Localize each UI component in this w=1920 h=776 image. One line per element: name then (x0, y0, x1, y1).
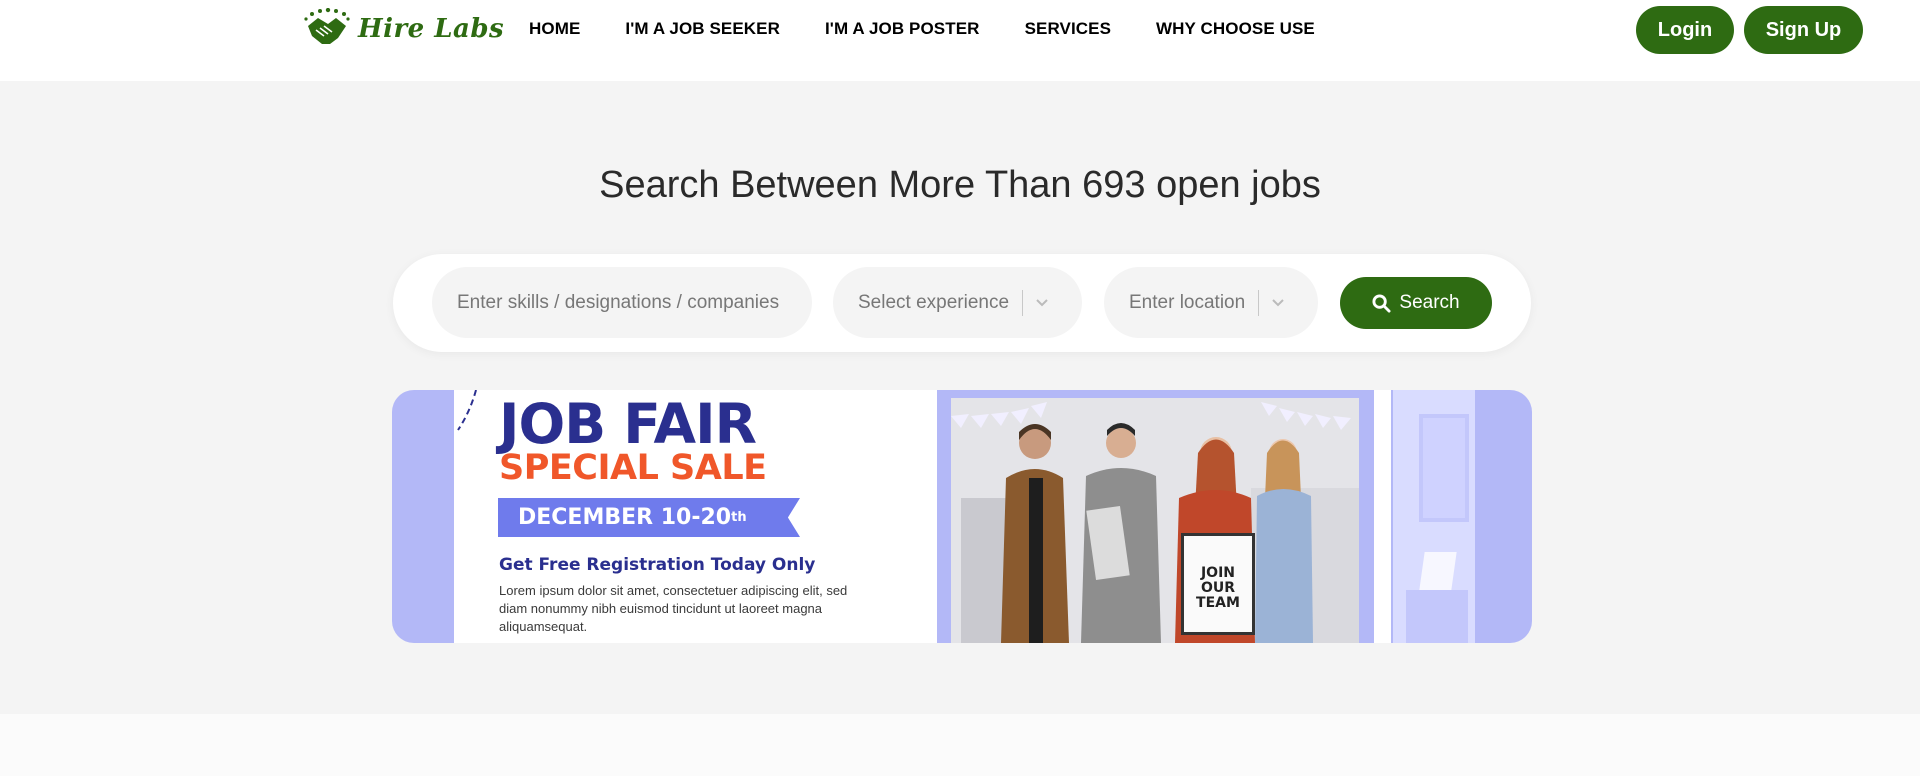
location-placeholder: Enter location (1129, 291, 1246, 313)
experience-placeholder: Select experience (858, 291, 1010, 313)
banner-title: JOB FAIR (499, 392, 757, 456)
nav-job-poster[interactable]: I'M A JOB POSTER (825, 19, 980, 39)
banner-subtitle: SPECIAL SALE (499, 448, 767, 488)
nav-why-choose[interactable]: WHY CHOOSE USE (1156, 19, 1315, 39)
banner-date-ribbon: DECEMBER 10-20 th (498, 498, 800, 537)
nav-job-seeker[interactable]: I'M A JOB SEEKER (625, 19, 780, 39)
chevron-down-icon (1272, 298, 1284, 306)
select-divider (1022, 289, 1024, 316)
room-frame-decoration (1419, 414, 1469, 522)
room-paper-decoration (1419, 552, 1457, 590)
signup-button[interactable]: Sign Up (1744, 6, 1863, 54)
room-desk-decoration (1406, 590, 1468, 643)
search-button[interactable]: Search (1340, 277, 1492, 329)
experience-select[interactable]: Select experience (833, 267, 1082, 338)
banner-date-suffix: th (731, 510, 747, 525)
banner-date: DECEMBER 10-20 (518, 505, 732, 530)
job-fair-banner[interactable]: JOB FAIR SPECIAL SALE DECEMBER 10-20 th G… (392, 390, 1532, 643)
hero-section: Search Between More Than 693 open jobs E… (0, 81, 1920, 714)
search-button-label: Search (1399, 292, 1460, 313)
handshake-icon (304, 8, 350, 44)
skills-input[interactable]: Enter skills / designations / companies (432, 267, 812, 338)
hero-title: Search Between More Than 693 open jobs (599, 164, 1321, 206)
banner-body-text: Lorem ipsum dolor sit amet, consectetuer… (499, 583, 848, 634)
login-button[interactable]: Login (1636, 6, 1734, 54)
brand-logo[interactable]: Hire Labs (302, 8, 504, 50)
banner-registration-text: Get Free Registration Today Only (499, 555, 816, 575)
site-header: Hire Labs HOME I'M A JOB SEEKER I'M A JO… (0, 0, 1920, 81)
banner-divider-strip (1374, 390, 1391, 643)
sign-line: OUR (1200, 580, 1236, 596)
job-search-bar: Enter skills / designations / companies … (393, 254, 1531, 352)
team-people-illustration (951, 398, 1359, 643)
select-divider (1258, 289, 1260, 316)
sign-line: JOIN (1200, 565, 1236, 581)
team-photo: JOIN OUR TEAM (951, 398, 1359, 643)
brand-name: Hire Labs (358, 14, 505, 44)
search-icon (1372, 293, 1391, 313)
next-section (0, 714, 1920, 776)
chevron-down-icon (1036, 298, 1048, 306)
main-nav: HOME I'M A JOB SEEKER I'M A JOB POSTER S… (529, 19, 1315, 39)
dashed-line-decoration (457, 390, 477, 431)
skills-placeholder: Enter skills / designations / companies (457, 291, 780, 313)
join-our-team-sign: JOIN OUR TEAM (1181, 533, 1255, 635)
sign-line: TEAM (1196, 595, 1240, 611)
nav-services[interactable]: SERVICES (1025, 19, 1111, 39)
nav-home[interactable]: HOME (529, 19, 580, 39)
location-select[interactable]: Enter location (1104, 267, 1318, 338)
